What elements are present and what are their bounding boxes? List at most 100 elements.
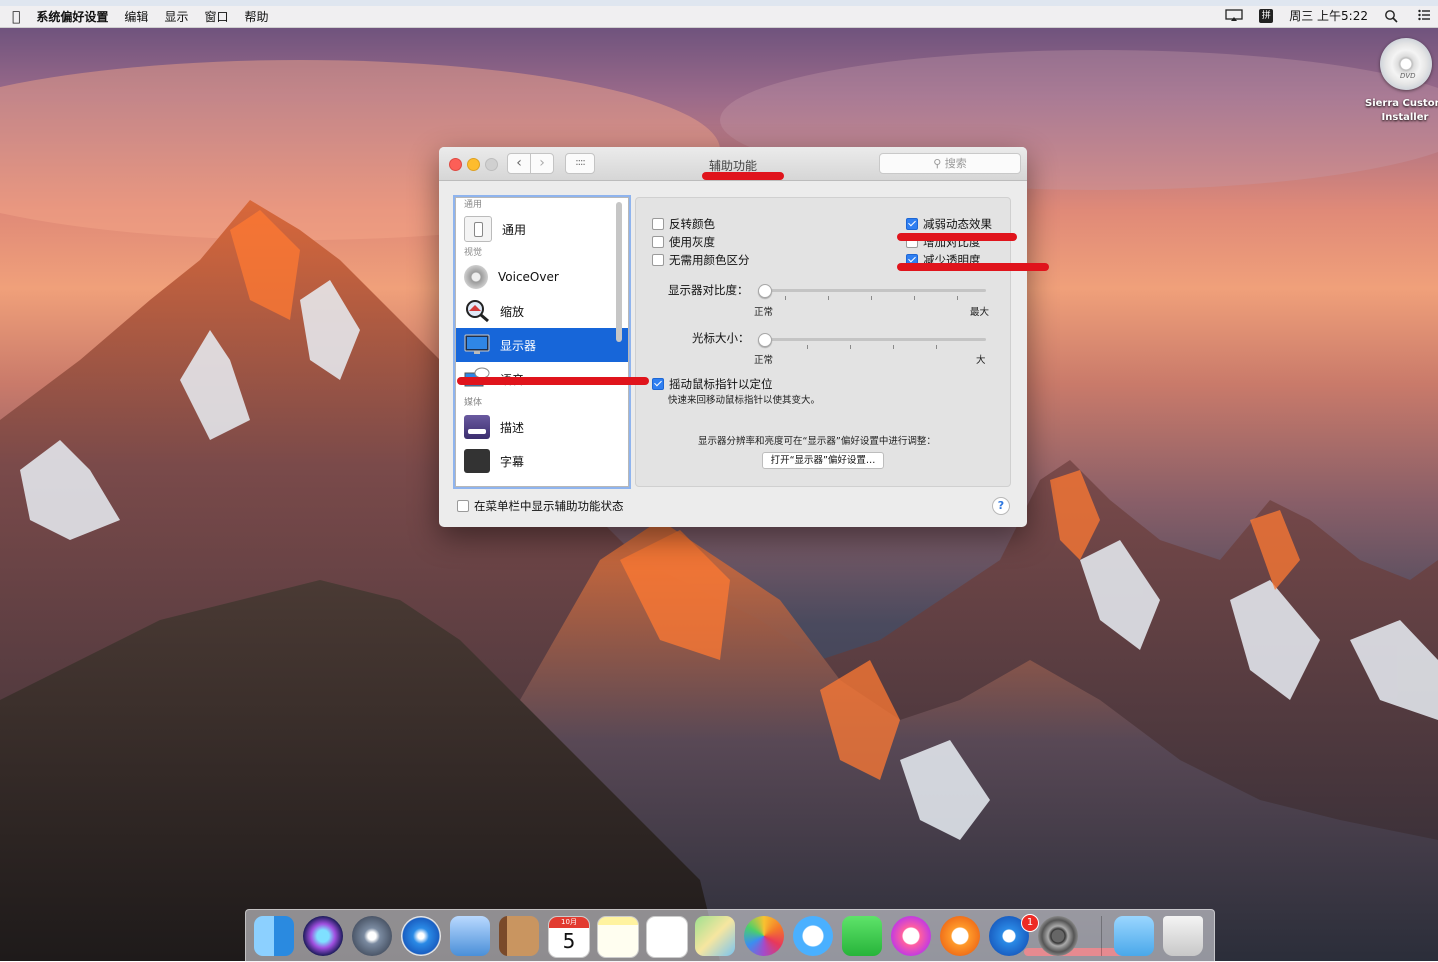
sidebar-section-media: 媒体: [464, 398, 483, 408]
slider-tick: [871, 296, 872, 300]
checkbox-box[interactable]: [652, 218, 664, 230]
sidebar-item-descriptions[interactable]: 描述: [456, 410, 628, 444]
trash-icon[interactable]: [1163, 916, 1203, 956]
slider-tick: [828, 296, 829, 300]
slider-tick: [807, 345, 808, 349]
sidebar-item-label: 缩放: [500, 304, 525, 319]
reminders-icon[interactable]: [646, 916, 688, 958]
dock-separator: [1101, 916, 1102, 956]
notes-icon[interactable]: [597, 916, 639, 958]
apple-icon[interactable]: : [12, 9, 20, 25]
sidebar-item-label: 描述: [500, 420, 525, 435]
search-icon: ⚲: [933, 157, 942, 170]
slider-tick: [957, 296, 958, 300]
contrast-slider-knob[interactable]: [758, 284, 772, 298]
cursor-size-slider-track[interactable]: [764, 338, 986, 341]
sidebar-item-voiceover[interactable]: VoiceOver: [456, 260, 628, 294]
facetime-icon[interactable]: [842, 916, 882, 956]
menu-bar-left:  系统偏好设置 编辑 显示 窗口 帮助: [12, 8, 284, 25]
slider-tick: [914, 296, 915, 300]
sidebar-item-zoom[interactable]: 缩放: [456, 294, 628, 328]
differentiate-without-color-label: 无需用颜色区分: [669, 253, 750, 267]
airplay-icon[interactable]: [1225, 9, 1243, 22]
zoom-magnifier-icon: [464, 299, 490, 323]
sidebar-item-label: 显示器: [500, 338, 537, 353]
reduce-motion-checkbox[interactable]: 减弱动态效果: [906, 216, 992, 232]
calendar-icon[interactable]: 10月 5: [548, 916, 590, 958]
launchpad-rocket-icon[interactable]: [352, 916, 392, 956]
checkbox-box[interactable]: [652, 254, 664, 266]
mail-icon[interactable]: [450, 916, 490, 956]
system-preferences-gear-icon[interactable]: [1038, 916, 1078, 956]
menu-bar:  系统偏好设置 编辑 显示 窗口 帮助 拼 周三 上午5:22: [0, 0, 1438, 28]
shake-to-locate-label: 摇动鼠标指针以定位: [669, 377, 773, 391]
slider-tick: [936, 345, 937, 349]
siri-icon[interactable]: [303, 916, 343, 956]
sidebar-item-general[interactable]: 通用: [456, 212, 628, 246]
checkbox-box[interactable]: [652, 378, 664, 390]
checkbox-box[interactable]: [906, 218, 918, 230]
sidebar-scrollbar[interactable]: [616, 202, 622, 342]
dvd-label[interactable]: Sierra Custom Installer: [1360, 97, 1438, 125]
cursor-size-slider-knob[interactable]: [758, 333, 772, 347]
display-settings-note: 显示器分辨率和亮度可在“显示器”偏好设置中进行调整：: [698, 436, 936, 447]
slider-tick: [850, 345, 851, 349]
contrast-slider-label: 显示器对比度：: [668, 283, 749, 297]
calendar-day: 5: [562, 929, 576, 953]
sidebar-item-label: 通用: [502, 222, 527, 237]
invert-colors-label: 反转颜色: [669, 217, 715, 231]
sidebar-item-captions[interactable]: 字幕: [456, 444, 628, 478]
menu-view[interactable]: 显示: [164, 8, 188, 25]
finder-icon[interactable]: [254, 916, 294, 956]
downloads-folder-icon[interactable]: [1114, 916, 1154, 956]
ibooks-icon[interactable]: [940, 916, 980, 956]
descriptions-icon: [464, 415, 490, 439]
sidebar-item-label: 字幕: [500, 454, 525, 469]
notification-center-icon[interactable]: [1418, 9, 1430, 22]
spotlight-icon[interactable]: [1384, 9, 1402, 23]
menu-clock[interactable]: 周三 上午5:22: [1289, 7, 1368, 24]
contacts-icon[interactable]: [499, 916, 539, 956]
dvd-label-line2: Installer: [1381, 112, 1429, 123]
menu-help[interactable]: 帮助: [244, 8, 268, 25]
voiceover-icon: [464, 265, 488, 289]
sidebar-section-vision: 视觉: [464, 248, 483, 258]
contrast-max-label: 最大: [970, 307, 990, 318]
menu-window[interactable]: 窗口: [204, 8, 228, 25]
annotation-mark-reduce-transparency: [897, 263, 1049, 271]
checkbox-box[interactable]: [652, 236, 664, 248]
contrast-slider-track[interactable]: [764, 289, 986, 292]
use-grayscale-label: 使用灰度: [669, 235, 715, 249]
checkbox-box[interactable]: [457, 500, 469, 512]
open-display-prefs-button[interactable]: 打开“显示器”偏好设置…: [762, 452, 884, 469]
menu-bar-right: 拼 周三 上午5:22: [1225, 7, 1430, 24]
menu-app-name[interactable]: 系统偏好设置: [36, 8, 108, 25]
slider-tick: [893, 345, 894, 349]
show-status-in-menubar-checkbox[interactable]: 在菜单栏中显示辅助功能状态: [457, 498, 624, 514]
dock: 10月 5: [245, 909, 1215, 962]
invert-colors-checkbox[interactable]: 反转颜色: [652, 216, 715, 232]
shake-to-locate-checkbox[interactable]: 摇动鼠标指针以定位: [652, 376, 773, 392]
sidebar-list[interactable]: 通用 通用 视觉 VoiceOver 缩放 显示器 媒体 描述 字幕: [455, 197, 629, 487]
help-button[interactable]: ?: [992, 497, 1010, 515]
maps-icon[interactable]: [695, 916, 735, 956]
ime-icon[interactable]: 拼: [1259, 8, 1274, 23]
general-switch-icon: [464, 216, 492, 242]
menu-edit[interactable]: 编辑: [124, 8, 148, 25]
messages-icon[interactable]: [793, 916, 833, 956]
safari-compass-icon[interactable]: [401, 916, 441, 956]
sidebar-item-display[interactable]: 显示器: [456, 328, 628, 362]
sidebar-item-label: VoiceOver: [498, 270, 559, 284]
accessibility-window: ‹ › :::: 辅助功能 ⚲ 搜索 通用 通用 视觉 VoiceOver 缩放: [439, 147, 1027, 527]
display-monitor-icon: [464, 333, 490, 357]
search-placeholder: 搜索: [944, 157, 967, 170]
dvd-label-line1: Sierra Custom: [1365, 98, 1438, 109]
itunes-icon[interactable]: [891, 916, 931, 956]
photos-icon[interactable]: [744, 916, 784, 956]
differentiate-without-color-checkbox[interactable]: 无需用颜色区分: [652, 252, 750, 268]
search-field[interactable]: ⚲ 搜索: [879, 153, 1021, 174]
dvd-disc-icon[interactable]: DVD: [1380, 38, 1432, 90]
top-strip: [0, 0, 1438, 6]
use-grayscale-checkbox[interactable]: 使用灰度: [652, 234, 715, 250]
slider-tick: [785, 296, 786, 300]
